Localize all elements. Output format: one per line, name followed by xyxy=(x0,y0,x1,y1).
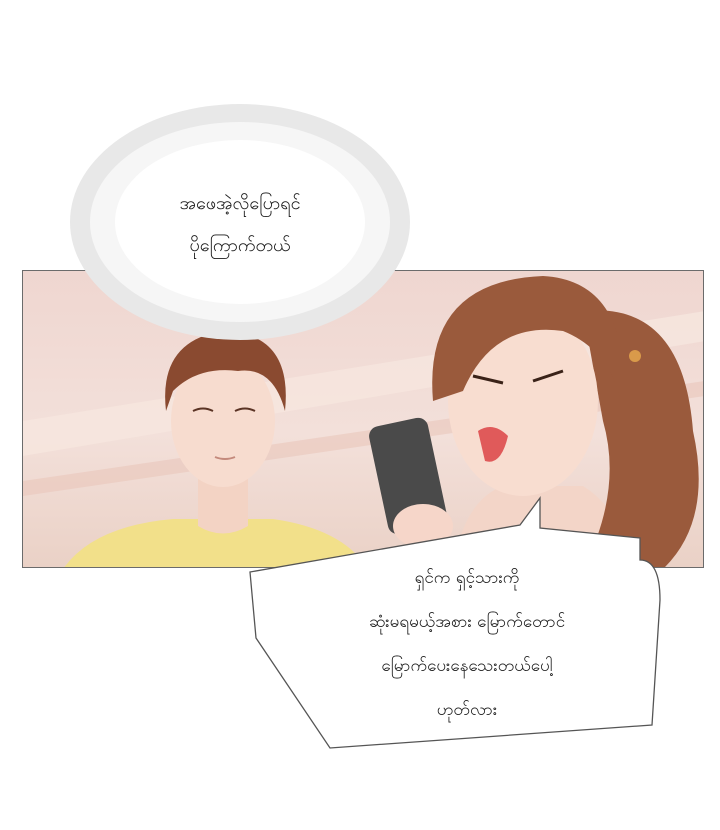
thought-line: ပိုကြောက်တယ် xyxy=(189,235,291,256)
thought-bubble-text: အဖေအဲ့လိုပြောရင် ပိုကြောက်တယ် xyxy=(120,183,360,267)
speech-line: ဆုံးမရမယ့်အစား မြောက်တောင် xyxy=(368,612,566,632)
speech-line: ရှင်က ရှင့်သားကို xyxy=(414,568,520,588)
speech-bubble-text: ရှင်က ရှင့်သားကို ဆုံးမရမယ့်အစား မြောက်တ… xyxy=(272,556,662,732)
thought-line: အဖေအဲ့လိုပြောရင် xyxy=(179,193,301,214)
speech-line: မြောက်ပေးနေသေးတယ်ပေါ့ xyxy=(381,656,553,676)
speech-line: ဟုတ်လား xyxy=(436,700,498,720)
